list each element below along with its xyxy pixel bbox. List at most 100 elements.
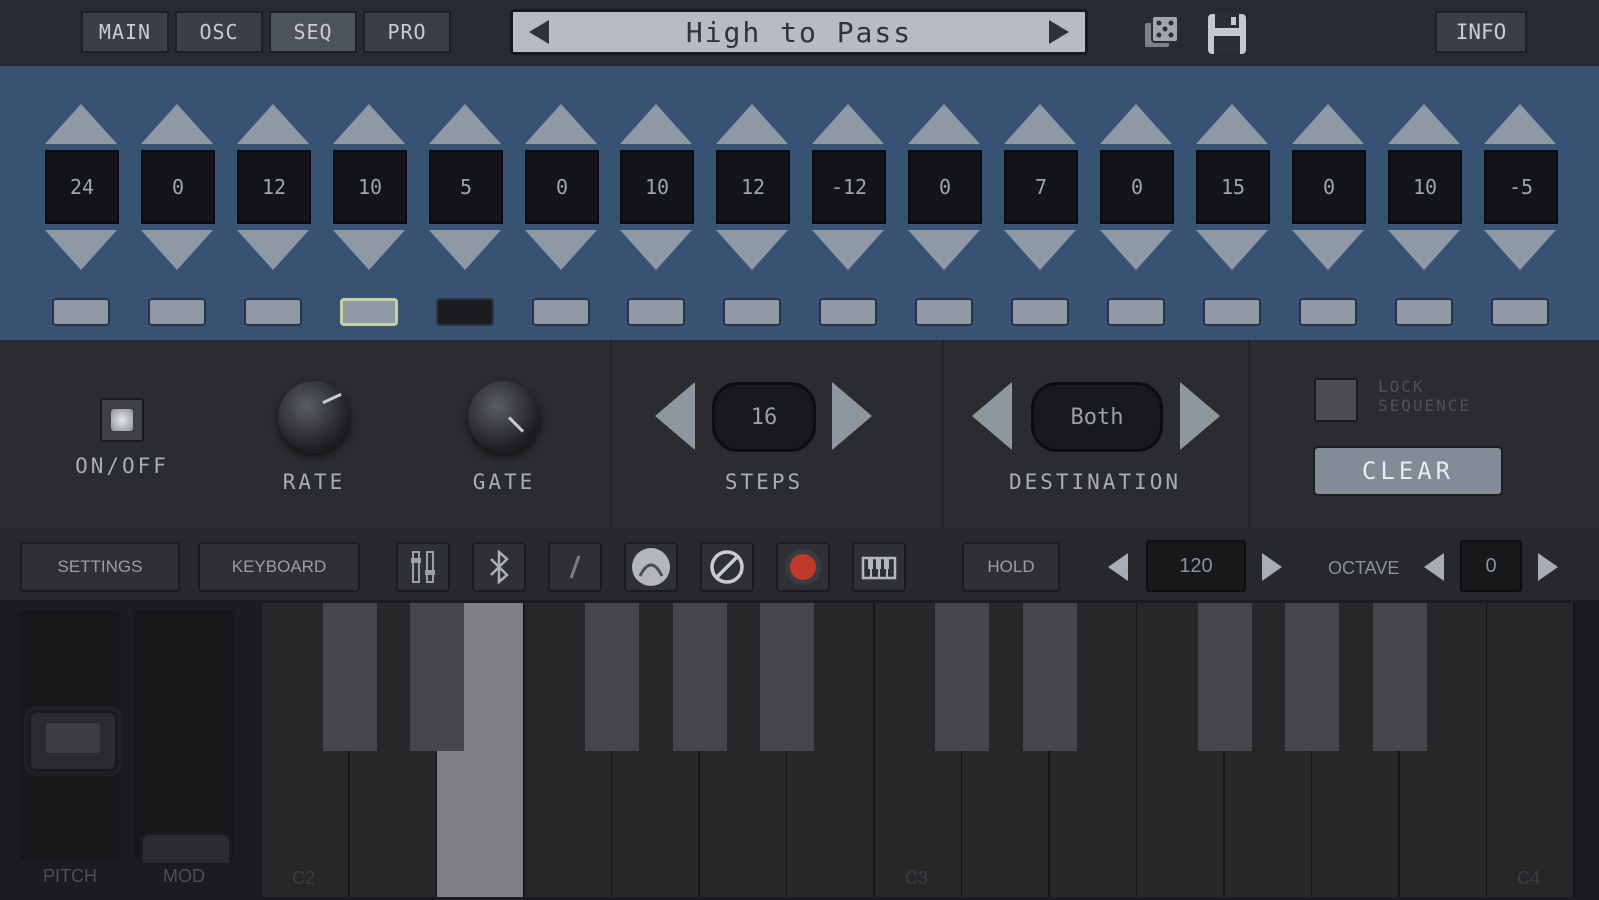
step-toggle[interactable] [52, 298, 110, 326]
step-toggle[interactable] [1299, 298, 1357, 326]
pitch-wheel[interactable] [20, 610, 120, 860]
hold-button[interactable]: HOLD [962, 542, 1060, 592]
step-down-icon[interactable] [1388, 230, 1460, 270]
randomize-dice-icon[interactable] [1140, 12, 1182, 54]
save-icon[interactable] [1206, 12, 1248, 56]
step-down-icon[interactable] [1484, 230, 1556, 270]
disable-icon[interactable] [700, 542, 754, 592]
octave-increase-icon[interactable] [1538, 553, 1558, 581]
gate-knob[interactable] [468, 381, 540, 453]
step-value[interactable]: 10 [333, 150, 407, 224]
step-up-icon[interactable] [1196, 104, 1268, 144]
black-key[interactable] [673, 603, 727, 751]
step-value[interactable]: -12 [812, 150, 886, 224]
step-down-icon[interactable] [429, 230, 501, 270]
step-down-icon[interactable] [45, 230, 117, 270]
onoff-toggle[interactable] [100, 398, 144, 442]
pitch-wheel-handle[interactable] [28, 710, 118, 772]
octave-value[interactable]: 0 [1460, 540, 1522, 592]
black-key[interactable] [1198, 603, 1252, 751]
preset-next-icon[interactable] [1049, 20, 1069, 44]
step-value[interactable]: 10 [1388, 150, 1462, 224]
step-up-icon[interactable] [1292, 104, 1364, 144]
envelope-icon[interactable] [624, 542, 678, 592]
step-down-icon[interactable] [1292, 230, 1364, 270]
step-value[interactable]: -5 [1484, 150, 1558, 224]
steps-increase-icon[interactable] [832, 382, 872, 450]
step-toggle[interactable] [436, 298, 494, 326]
step-up-icon[interactable] [141, 104, 213, 144]
step-value[interactable]: 24 [45, 150, 119, 224]
step-up-icon[interactable] [237, 104, 309, 144]
black-key[interactable] [410, 603, 464, 751]
record-icon[interactable] [776, 542, 830, 592]
tempo-increase-icon[interactable] [1262, 553, 1282, 581]
steps-decrease-icon[interactable] [655, 382, 695, 450]
step-up-icon[interactable] [45, 104, 117, 144]
black-key[interactable] [1373, 603, 1427, 751]
step-down-icon[interactable] [908, 230, 980, 270]
step-down-icon[interactable] [141, 230, 213, 270]
lock-sequence-checkbox[interactable] [1314, 378, 1358, 422]
step-toggle[interactable] [819, 298, 877, 326]
step-down-icon[interactable] [333, 230, 405, 270]
black-key[interactable] [1285, 603, 1339, 751]
black-key[interactable] [323, 603, 377, 751]
step-toggle[interactable] [915, 298, 973, 326]
step-down-icon[interactable] [716, 230, 788, 270]
step-up-icon[interactable] [1388, 104, 1460, 144]
tab-main[interactable]: MAIN [81, 11, 169, 53]
octave-decrease-icon[interactable] [1424, 553, 1444, 581]
step-toggle[interactable] [723, 298, 781, 326]
destination-next-icon[interactable] [1180, 382, 1220, 450]
step-toggle[interactable] [244, 298, 302, 326]
bluetooth-icon[interactable] [472, 542, 526, 592]
mixer-icon[interactable] [396, 542, 450, 592]
step-value[interactable]: 0 [1100, 150, 1174, 224]
step-up-icon[interactable] [812, 104, 884, 144]
step-down-icon[interactable] [1004, 230, 1076, 270]
glide-icon[interactable] [548, 542, 602, 592]
step-up-icon[interactable] [525, 104, 597, 144]
black-key[interactable] [760, 603, 814, 751]
preset-prev-icon[interactable] [529, 20, 549, 44]
step-value[interactable]: 12 [716, 150, 790, 224]
step-up-icon[interactable] [429, 104, 501, 144]
black-key[interactable] [935, 603, 989, 751]
mod-wheel[interactable] [134, 610, 234, 866]
step-up-icon[interactable] [620, 104, 692, 144]
step-toggle[interactable] [340, 298, 398, 326]
step-down-icon[interactable] [525, 230, 597, 270]
step-toggle[interactable] [148, 298, 206, 326]
step-value[interactable]: 12 [237, 150, 311, 224]
step-up-icon[interactable] [908, 104, 980, 144]
black-key[interactable] [585, 603, 639, 751]
settings-button[interactable]: SETTINGS [20, 542, 180, 592]
rate-knob[interactable] [278, 381, 350, 453]
info-button[interactable]: INFO [1435, 11, 1527, 53]
clear-button[interactable]: CLEAR [1313, 446, 1503, 496]
step-value[interactable]: 10 [620, 150, 694, 224]
step-up-icon[interactable] [716, 104, 788, 144]
step-value[interactable]: 0 [525, 150, 599, 224]
step-down-icon[interactable] [237, 230, 309, 270]
step-up-icon[interactable] [1484, 104, 1556, 144]
mod-wheel-handle[interactable] [140, 832, 232, 866]
step-value[interactable]: 0 [1292, 150, 1366, 224]
step-toggle[interactable] [1203, 298, 1261, 326]
step-toggle[interactable] [627, 298, 685, 326]
step-toggle[interactable] [532, 298, 590, 326]
step-up-icon[interactable] [1004, 104, 1076, 144]
keyboard-button[interactable]: KEYBOARD [198, 542, 360, 592]
step-toggle[interactable] [1107, 298, 1165, 326]
tempo-value[interactable]: 120 [1146, 540, 1246, 592]
tab-pro[interactable]: PRO [363, 11, 451, 53]
step-down-icon[interactable] [812, 230, 884, 270]
destination-prev-icon[interactable] [972, 382, 1012, 450]
step-value[interactable]: 7 [1004, 150, 1078, 224]
step-up-icon[interactable] [1100, 104, 1172, 144]
white-key[interactable]: C4 [1487, 603, 1575, 897]
step-value[interactable]: 0 [908, 150, 982, 224]
step-value[interactable]: 5 [429, 150, 503, 224]
tab-seq[interactable]: SEQ [269, 11, 357, 53]
